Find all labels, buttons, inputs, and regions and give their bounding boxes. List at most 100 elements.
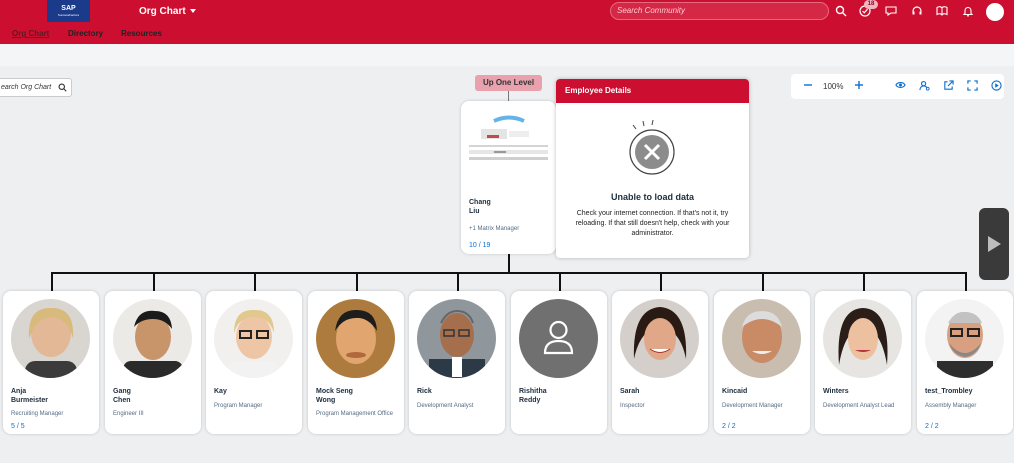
up-one-level-button[interactable]: Up One Level bbox=[475, 75, 542, 91]
next-page-button[interactable] bbox=[979, 208, 1009, 280]
zoom-in-icon[interactable] bbox=[853, 80, 865, 92]
horizontal-connector bbox=[51, 272, 966, 274]
report-card[interactable]: Kay Program Manager bbox=[206, 291, 302, 434]
logo-text: SAP bbox=[61, 5, 76, 12]
direct-report-count[interactable]: 2 / 2 bbox=[722, 423, 736, 430]
manager-report-count[interactable]: 10 / 19 bbox=[469, 242, 490, 249]
play-icon bbox=[988, 236, 1001, 252]
nav-resources[interactable]: Resources bbox=[121, 29, 162, 38]
employee-details-title: Employee Details bbox=[556, 79, 749, 103]
employee-job-title: Program Management Office bbox=[316, 411, 393, 417]
sap-logo[interactable]: SAP SuccessFactors bbox=[47, 0, 90, 22]
zoom-level: 100% bbox=[823, 82, 844, 91]
report-card[interactable]: Rick Development Analyst bbox=[409, 291, 505, 434]
employee-photo bbox=[722, 299, 801, 378]
manager-last-name: Liu bbox=[469, 208, 480, 215]
report-connector bbox=[153, 272, 155, 291]
error-x-icon bbox=[625, 119, 681, 182]
app-title-label: Org Chart bbox=[139, 6, 186, 17]
employee-photo bbox=[823, 299, 902, 378]
employee-photo bbox=[214, 299, 293, 378]
employee-first-name: Gang bbox=[113, 388, 131, 395]
manager-photo bbox=[469, 109, 548, 167]
employee-job-title: Development Manager bbox=[722, 403, 783, 409]
report-connector bbox=[559, 272, 561, 291]
report-card[interactable]: test_Trombley Assembly Manager 2 / 2 bbox=[917, 291, 1013, 434]
employee-job-title: Recruiting Manager bbox=[11, 411, 64, 417]
play-circle-icon[interactable] bbox=[990, 80, 1002, 92]
report-connector bbox=[254, 272, 256, 291]
error-title: Unable to load data bbox=[610, 192, 694, 202]
employee-last-name: Chen bbox=[113, 397, 131, 404]
search-org-chart-input[interactable]: earch Org Chart bbox=[0, 78, 72, 97]
person-placeholder-icon bbox=[519, 299, 598, 378]
search-community-input[interactable]: Search Community bbox=[610, 2, 829, 20]
nav-directory[interactable]: Directory bbox=[68, 29, 103, 38]
report-card[interactable]: Gang Chen Engineer III bbox=[105, 291, 201, 434]
logo-subtext: SuccessFactors bbox=[57, 13, 80, 17]
employee-last-name: Reddy bbox=[519, 397, 541, 404]
manager-first-name: Chang bbox=[469, 199, 491, 206]
report-card[interactable]: Kincaid Development Manager 2 / 2 bbox=[714, 291, 810, 434]
direct-report-count[interactable]: 2 / 2 bbox=[925, 423, 939, 430]
eye-icon[interactable] bbox=[894, 80, 906, 92]
user-avatar[interactable] bbox=[986, 3, 1004, 21]
manager-card[interactable]: Chang Liu +1 Matrix Manager 10 / 19 bbox=[461, 101, 556, 254]
direct-report-count[interactable]: 5 / 5 bbox=[11, 423, 25, 430]
employee-photo bbox=[113, 299, 192, 378]
manager-matrix-label[interactable]: +1 Matrix Manager bbox=[469, 226, 519, 232]
employee-first-name: test_Trombley bbox=[925, 388, 973, 395]
employee-job-title: Development Analyst Lead bbox=[823, 403, 895, 409]
report-card[interactable]: Sarah Inspector bbox=[612, 291, 708, 434]
report-connector bbox=[965, 272, 967, 291]
person-settings-icon[interactable] bbox=[918, 80, 930, 92]
notification-count-badge: 18 bbox=[864, 0, 878, 9]
report-connector bbox=[457, 272, 459, 291]
employee-job-title: Engineer III bbox=[113, 411, 144, 417]
report-card[interactable]: Rishitha Reddy bbox=[511, 291, 607, 434]
employee-photo bbox=[417, 299, 496, 378]
employee-job-title: Assembly Manager bbox=[925, 403, 977, 409]
employee-last-name: Wong bbox=[316, 397, 336, 404]
employee-photo bbox=[925, 299, 1004, 378]
book-icon[interactable] bbox=[935, 5, 949, 19]
search-icon[interactable] bbox=[58, 79, 67, 98]
search-org-chart-placeholder: earch Org Chart bbox=[1, 84, 52, 91]
manager-connector bbox=[508, 254, 510, 272]
employee-first-name: Kincaid bbox=[722, 388, 748, 395]
employee-job-title: Development Analyst bbox=[417, 403, 474, 409]
employee-first-name: Winters bbox=[823, 388, 849, 395]
headset-icon[interactable] bbox=[910, 5, 924, 19]
report-card[interactable]: Winters Development Analyst Lead bbox=[815, 291, 911, 434]
report-connector bbox=[356, 272, 358, 291]
employee-photo bbox=[620, 299, 699, 378]
shell-header: SAP SuccessFactors Org Chart Search Comm… bbox=[0, 0, 1014, 44]
employee-last-name: Burmeister bbox=[11, 397, 48, 404]
employee-job-title: Inspector bbox=[620, 403, 645, 409]
report-card[interactable]: Mock Seng Wong Program Management Office bbox=[308, 291, 404, 434]
report-connector bbox=[660, 272, 662, 291]
nav-org-chart[interactable]: Org Chart bbox=[12, 29, 49, 38]
sub-header-bar bbox=[0, 44, 1014, 66]
report-connector bbox=[51, 272, 53, 291]
fit-screen-icon[interactable] bbox=[966, 80, 978, 92]
employee-first-name: Mock Seng bbox=[316, 388, 353, 395]
employee-first-name: Anja bbox=[11, 388, 27, 395]
report-connector bbox=[762, 272, 764, 291]
employee-first-name: Rishitha bbox=[519, 388, 547, 395]
people-chat-icon[interactable] bbox=[884, 5, 898, 19]
bell-icon[interactable] bbox=[961, 5, 975, 19]
employee-photo bbox=[11, 299, 90, 378]
chevron-down-icon bbox=[189, 9, 196, 14]
employee-first-name: Kay bbox=[214, 388, 227, 395]
org-chart-toolbar: 100% bbox=[791, 74, 1004, 99]
search-icon[interactable] bbox=[834, 5, 848, 19]
report-connector bbox=[863, 272, 865, 291]
employee-photo bbox=[316, 299, 395, 378]
employee-details-panel: Employee Details Unable to load data Che… bbox=[556, 79, 749, 258]
error-message: Check your internet connection. If that'… bbox=[575, 210, 730, 237]
zoom-out-icon[interactable] bbox=[802, 80, 814, 92]
export-icon[interactable] bbox=[942, 80, 954, 92]
report-card[interactable]: Anja Burmeister Recruiting Manager 5 / 5 bbox=[3, 291, 99, 434]
app-title-menu[interactable]: Org Chart bbox=[139, 6, 196, 17]
